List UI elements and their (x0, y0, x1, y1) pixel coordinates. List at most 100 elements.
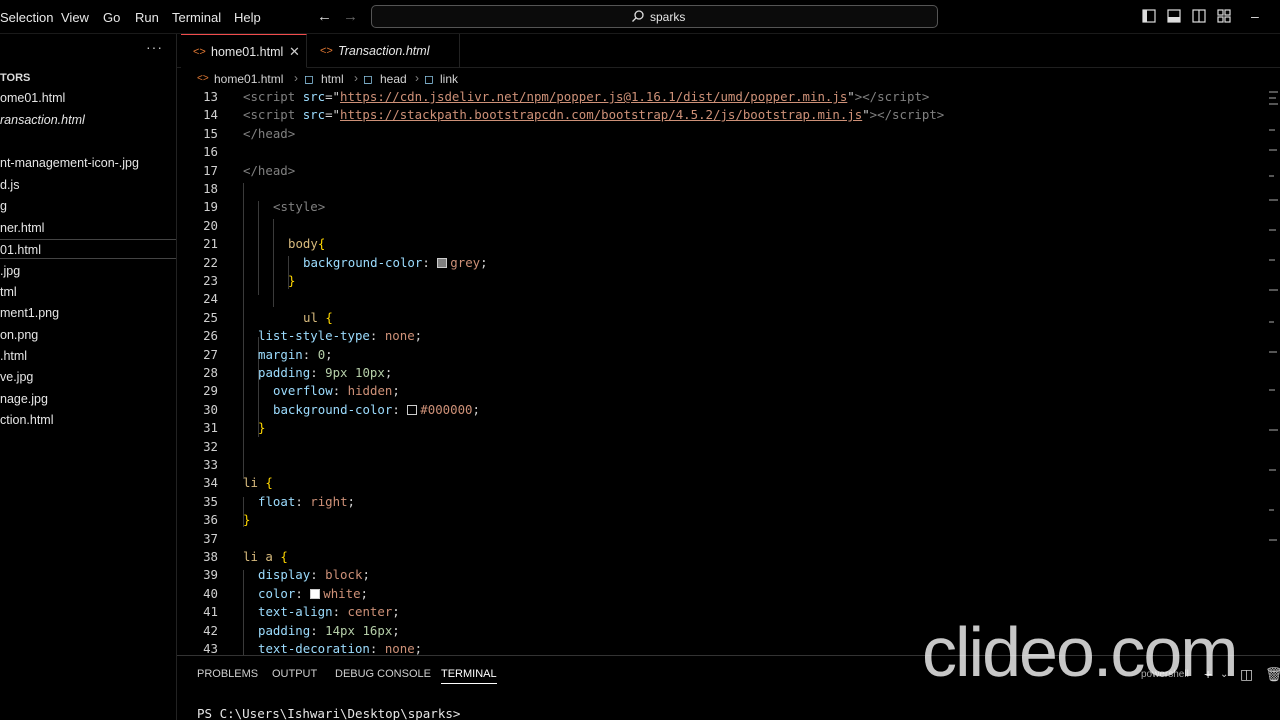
code-line: 25 ul { (177, 310, 1267, 328)
color-swatch[interactable] (407, 404, 418, 415)
code-line: 16 (177, 144, 1267, 162)
breadcrumb-file[interactable]: home01.html (214, 72, 283, 86)
line-number: 32 (203, 438, 218, 454)
chevron-right-icon: › (294, 71, 298, 85)
line-number: 41 (203, 604, 218, 620)
line-number: 26 (203, 328, 218, 344)
tab-problems[interactable]: PROBLEMS (197, 668, 258, 680)
line-number: 40 (203, 585, 218, 601)
element-icon: ◻ (363, 72, 373, 86)
search-label: sparks (650, 10, 686, 24)
toggle-sidebar-icon[interactable] (1142, 9, 1156, 23)
code-line: 23} (177, 273, 1267, 291)
minimize-icon[interactable]: – (1251, 8, 1259, 24)
watermark-logo: clideo.com (922, 613, 1239, 691)
code-line: 17 </head> (177, 163, 1267, 181)
code-line: 26 list-style-type: none; (177, 328, 1267, 346)
more-actions-icon[interactable]: ··· (146, 39, 163, 55)
code-line: 31} (177, 420, 1267, 438)
code-line: 40 color: white; (177, 586, 1267, 604)
menu-selection[interactable]: Selection (0, 10, 53, 25)
script-src[interactable]: https://stackpath.bootstrapcdn.com/boots… (340, 107, 862, 122)
code-line: 39 display: block; (177, 567, 1267, 585)
code-line: 33 (177, 457, 1267, 475)
code-line: 19 <style> (177, 199, 1267, 217)
tab-label: Transaction.html (338, 44, 430, 58)
terminal-prompt[interactable]: PS C:\Users\Ishwari\Desktop\sparks> (197, 706, 460, 720)
menu-terminal[interactable]: Terminal (172, 10, 221, 25)
title-bar: Selection View Go Run Terminal Help ← → … (0, 0, 1280, 34)
breadcrumb-html[interactable]: html (321, 72, 344, 86)
file-item[interactable]: .jpg (0, 264, 176, 284)
file-item[interactable]: d.js (0, 178, 176, 198)
file-item[interactable]: nt-management-icon-.jpg (0, 156, 176, 176)
menu-help[interactable]: Help (234, 10, 261, 25)
tab-terminal[interactable]: TERMINAL (441, 668, 497, 684)
toggle-secondary-sidebar-icon[interactable] (1192, 9, 1206, 23)
html-file-icon: <> (320, 45, 333, 57)
file-item[interactable]: ment1.png (0, 306, 176, 326)
script-src[interactable]: https://cdn.jsdelivr.net/npm/popper.js@1… (340, 89, 847, 104)
code-line: 38 li a { (177, 549, 1267, 567)
file-item[interactable]: tml (0, 285, 176, 305)
line-number: 37 (203, 530, 218, 546)
line-number: 17 (203, 162, 218, 178)
menu-run[interactable]: Run (135, 10, 159, 25)
code-line: 28 padding: 9px 10px; (177, 365, 1267, 383)
command-center-search[interactable]: sparks (371, 5, 938, 28)
line-number: 16 (203, 144, 218, 160)
tab-home01[interactable]: <> home01.html ✕ (181, 34, 307, 68)
file-item[interactable]: on.png (0, 328, 176, 348)
open-editor-transaction[interactable]: ransaction.html (0, 113, 176, 133)
breadcrumb-link[interactable]: link (440, 72, 458, 86)
forward-arrow-icon[interactable]: → (343, 8, 358, 25)
file-item[interactable]: g (0, 199, 176, 219)
line-number: 39 (203, 567, 218, 583)
code-line: 24 (177, 291, 1267, 309)
minimap[interactable] (1267, 89, 1280, 655)
file-item-selected[interactable]: 01.html (0, 239, 176, 259)
line-number: 42 (203, 622, 218, 638)
customize-layout-icon[interactable] (1217, 9, 1231, 23)
tab-output[interactable]: OUTPUT (272, 668, 317, 680)
line-number: 24 (203, 291, 218, 307)
code-line: 21 body{ (177, 236, 1267, 254)
code-line: 30 background-color: #000000; (177, 402, 1267, 420)
code-line: 29 overflow: hidden; (177, 383, 1267, 401)
split-terminal-icon[interactable]: ◫ (1240, 666, 1253, 683)
menu-view[interactable]: View (61, 10, 89, 25)
file-item[interactable]: nage.jpg (0, 392, 176, 412)
trash-icon[interactable]: 🗑 (1265, 666, 1280, 683)
chevron-right-icon: › (354, 71, 358, 85)
file-item[interactable]: ction.html (0, 413, 176, 433)
color-swatch[interactable] (437, 257, 448, 268)
tab-debug-console[interactable]: DEBUG CONSOLE (335, 668, 431, 680)
code-line: 35 float: right; (177, 494, 1267, 512)
line-number: 43 (203, 641, 218, 655)
line-number: 21 (203, 236, 218, 252)
breadcrumb-head[interactable]: head (380, 72, 407, 86)
code-line: 36} (177, 512, 1267, 530)
line-number: 34 (203, 475, 218, 491)
color-swatch[interactable] (310, 588, 321, 599)
file-item[interactable]: ve.jpg (0, 370, 176, 390)
editor-tab-bar: <> home01.html ✕ <> Transaction.html (177, 34, 1280, 68)
toggle-panel-icon[interactable] (1167, 9, 1181, 23)
code-line: 18 (177, 181, 1267, 199)
code-line: 27 margin: 0; (177, 347, 1267, 365)
back-arrow-icon[interactable]: ← (317, 8, 332, 25)
file-item[interactable]: .html (0, 349, 176, 369)
open-editor-home01[interactable]: ome01.html (0, 91, 176, 111)
close-tab-icon[interactable]: ✕ (289, 44, 300, 60)
chevron-right-icon: › (415, 71, 419, 85)
tab-transaction[interactable]: <> Transaction.html (308, 34, 460, 68)
line-number: 31 (203, 420, 218, 436)
open-editors-header[interactable]: TORS (0, 72, 30, 84)
menu-go[interactable]: Go (103, 10, 120, 25)
line-number: 29 (203, 383, 218, 399)
file-item[interactable]: ner.html (0, 221, 176, 241)
line-number: 23 (203, 273, 218, 288)
element-icon: ◻ (304, 72, 314, 86)
code-editor[interactable]: 13 <script src="https://cdn.jsdelivr.net/… (177, 89, 1267, 655)
line-number: 27 (203, 346, 218, 362)
